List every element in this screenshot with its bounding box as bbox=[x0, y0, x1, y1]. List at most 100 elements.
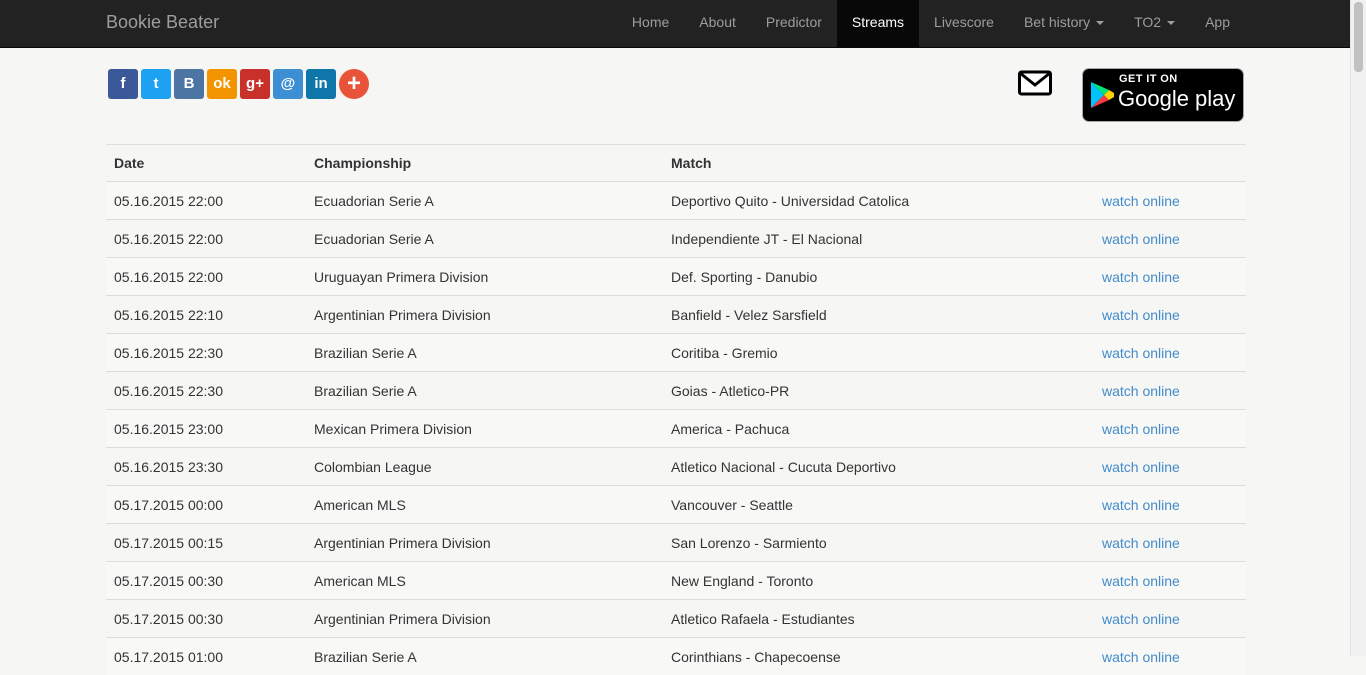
odnoklassniki-share-icon[interactable]: ok bbox=[207, 69, 237, 99]
nav-item-label: Home bbox=[632, 14, 669, 30]
table-row: 05.16.2015 22:10Argentinian Primera Divi… bbox=[106, 296, 1246, 334]
cell-link: watch online bbox=[1094, 562, 1246, 600]
google-plus-share-icon[interactable]: g+ bbox=[240, 69, 270, 99]
cell-link: watch online bbox=[1094, 258, 1246, 296]
linkedin-share-icon[interactable]: in bbox=[306, 69, 336, 99]
google-play-bottom-text: Google play bbox=[1118, 86, 1235, 112]
cell-date: 05.16.2015 22:00 bbox=[106, 258, 306, 296]
cell-date: 05.16.2015 22:00 bbox=[106, 182, 306, 220]
header-link bbox=[1094, 145, 1246, 182]
watch-online-link[interactable]: watch online bbox=[1102, 649, 1180, 665]
nav-item-predictor[interactable]: Predictor bbox=[751, 0, 837, 47]
header-championship: Championship bbox=[306, 145, 663, 182]
nav-item-label: TO2 bbox=[1134, 14, 1161, 30]
cell-link: watch online bbox=[1094, 448, 1246, 486]
watch-online-link[interactable]: watch online bbox=[1102, 497, 1180, 513]
watch-online-link[interactable]: watch online bbox=[1102, 307, 1180, 323]
moi-mir-share-icon[interactable]: @ bbox=[273, 69, 303, 99]
cell-link: watch online bbox=[1094, 296, 1246, 334]
nav-item-home[interactable]: Home bbox=[617, 0, 684, 47]
nav-item-streams[interactable]: Streams bbox=[837, 0, 919, 47]
cell-match: Def. Sporting - Danubio bbox=[663, 258, 1094, 296]
cell-championship: Ecuadorian Serie A bbox=[306, 182, 663, 220]
cell-link: watch online bbox=[1094, 486, 1246, 524]
cell-championship: American MLS bbox=[306, 486, 663, 524]
caret-down-icon bbox=[1167, 21, 1175, 25]
watch-online-link[interactable]: watch online bbox=[1102, 573, 1180, 589]
cell-match: Goias - Atletico-PR bbox=[663, 372, 1094, 410]
main-nav: Home About Predictor Streams Livescore Bet hi… bbox=[617, 0, 1245, 47]
cell-date: 05.17.2015 00:15 bbox=[106, 524, 306, 562]
vk-share-icon[interactable]: B bbox=[174, 69, 204, 99]
cell-match: Coritiba - Gremio bbox=[663, 334, 1094, 372]
cell-championship: Argentinian Primera Division bbox=[306, 524, 663, 562]
nav-item-bet-history[interactable]: Bet history bbox=[1009, 0, 1119, 47]
watch-online-link[interactable]: watch online bbox=[1102, 459, 1180, 475]
cell-date: 05.16.2015 22:30 bbox=[106, 372, 306, 410]
watch-online-link[interactable]: watch online bbox=[1102, 231, 1180, 247]
cell-date: 05.16.2015 23:00 bbox=[106, 410, 306, 448]
watch-online-link[interactable]: watch online bbox=[1102, 611, 1180, 627]
scrollbar-thumb[interactable] bbox=[1354, 2, 1363, 72]
cell-date: 05.16.2015 22:10 bbox=[106, 296, 306, 334]
table-row: 05.16.2015 23:30Colombian LeagueAtletico… bbox=[106, 448, 1246, 486]
cell-championship: Brazilian Serie A bbox=[306, 638, 663, 675]
cell-match: Atletico Rafaela - Estudiantes bbox=[663, 600, 1094, 638]
watch-online-link[interactable]: watch online bbox=[1102, 345, 1180, 361]
nav-item-label: About bbox=[699, 14, 736, 30]
google-play-top-text: GET IT ON bbox=[1119, 73, 1178, 85]
cell-match: Banfield - Velez Sarsfield bbox=[663, 296, 1094, 334]
cell-link: watch online bbox=[1094, 372, 1246, 410]
cell-link: watch online bbox=[1094, 220, 1246, 258]
nav-item-label: Livescore bbox=[934, 14, 994, 30]
nav-item-about[interactable]: About bbox=[684, 0, 751, 47]
top-navbar: Bookie Beater Home About Predictor Streams L… bbox=[0, 0, 1351, 48]
streams-table: Date Championship Match 05.16.2015 22:00… bbox=[106, 144, 1246, 675]
watch-online-link[interactable]: watch online bbox=[1102, 421, 1180, 437]
cell-link: watch online bbox=[1094, 334, 1246, 372]
cell-link: watch online bbox=[1094, 182, 1246, 220]
vertical-scrollbar[interactable] bbox=[1350, 0, 1366, 656]
table-header-row: Date Championship Match bbox=[106, 145, 1246, 182]
table-row: 05.16.2015 22:30Brazilian Serie ACoritib… bbox=[106, 334, 1246, 372]
cell-link: watch online bbox=[1094, 410, 1246, 448]
nav-item-livescore[interactable]: Livescore bbox=[919, 0, 1009, 47]
twitter-share-icon[interactable]: t bbox=[141, 69, 171, 99]
nav-item-label: Predictor bbox=[766, 14, 822, 30]
table-row: 05.17.2015 00:15Argentinian Primera Divi… bbox=[106, 524, 1246, 562]
cell-match: Corinthians - Chapecoense bbox=[663, 638, 1094, 675]
cell-match: New England - Toronto bbox=[663, 562, 1094, 600]
watch-online-link[interactable]: watch online bbox=[1102, 535, 1180, 551]
table-row: 05.17.2015 00:30Argentinian Primera Divi… bbox=[106, 600, 1246, 638]
nav-item-to2[interactable]: TO2 bbox=[1119, 0, 1190, 47]
table-row: 05.17.2015 01:00Brazilian Serie ACorinth… bbox=[106, 638, 1246, 675]
caret-down-icon bbox=[1096, 21, 1104, 25]
cell-match: Vancouver - Seattle bbox=[663, 486, 1094, 524]
watch-online-link[interactable]: watch online bbox=[1102, 269, 1180, 285]
facebook-share-icon[interactable]: f bbox=[108, 69, 138, 99]
cell-match: America - Pachuca bbox=[663, 410, 1094, 448]
table-row: 05.16.2015 23:00Mexican Primera Division… bbox=[106, 410, 1246, 448]
more-share-icon[interactable]: + bbox=[339, 69, 369, 99]
nav-item-app[interactable]: App bbox=[1190, 0, 1245, 47]
header-date: Date bbox=[106, 145, 306, 182]
cell-match: Atletico Nacional - Cucuta Deportivo bbox=[663, 448, 1094, 486]
brand-logo[interactable]: Bookie Beater bbox=[106, 0, 219, 47]
watch-online-link[interactable]: watch online bbox=[1102, 193, 1180, 209]
table-row: 05.16.2015 22:00Ecuadorian Serie AIndepe… bbox=[106, 220, 1246, 258]
watch-online-link[interactable]: watch online bbox=[1102, 383, 1180, 399]
cell-match: Independiente JT - El Nacional bbox=[663, 220, 1094, 258]
cell-date: 05.16.2015 22:00 bbox=[106, 220, 306, 258]
mail-icon[interactable] bbox=[1018, 70, 1052, 96]
google-play-badge[interactable]: GET IT ON Google play bbox=[1082, 68, 1244, 122]
cell-date: 05.17.2015 01:00 bbox=[106, 638, 306, 675]
table-row: 05.17.2015 00:00American MLSVancouver - … bbox=[106, 486, 1246, 524]
cell-championship: Argentinian Primera Division bbox=[306, 296, 663, 334]
cell-match: Deportivo Quito - Universidad Catolica bbox=[663, 182, 1094, 220]
nav-item-label: App bbox=[1205, 14, 1230, 30]
header-match: Match bbox=[663, 145, 1094, 182]
table-row: 05.16.2015 22:30Brazilian Serie AGoias -… bbox=[106, 372, 1246, 410]
cell-championship: Colombian League bbox=[306, 448, 663, 486]
cell-date: 05.17.2015 00:00 bbox=[106, 486, 306, 524]
cell-championship: Brazilian Serie A bbox=[306, 334, 663, 372]
